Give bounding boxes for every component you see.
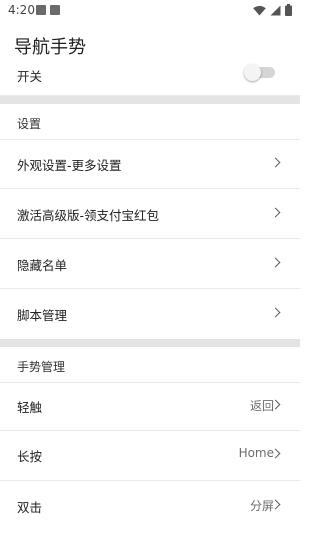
cellular-signal-icon xyxy=(270,5,281,15)
chevron-right-icon xyxy=(270,257,281,268)
enable-switch-row[interactable]: 开关 xyxy=(0,58,300,96)
gesture-item-label: 轻触 xyxy=(17,400,43,415)
chevron-right-icon xyxy=(270,307,281,318)
status-bar: 4:20 xyxy=(0,0,300,22)
section-divider xyxy=(0,339,300,347)
toggle-knob xyxy=(244,64,261,81)
status-time: 4:20 xyxy=(8,3,35,17)
settings-section-header: 设置 xyxy=(0,104,300,140)
settings-item-label: 外观设置-更多设置 xyxy=(17,158,122,173)
settings-item-label: 脚本管理 xyxy=(17,308,68,323)
gesture-item-value: Home xyxy=(238,446,274,460)
chevron-right-icon xyxy=(270,157,281,168)
text-notification-icon xyxy=(50,5,60,15)
gesture-item-tap[interactable]: 轻触 返回 xyxy=(0,383,300,431)
wifi-icon xyxy=(253,5,266,15)
settings-item-hidden-list[interactable]: 隐藏名单 xyxy=(0,239,300,289)
chevron-right-icon xyxy=(270,207,281,218)
gesture-item-value: 分屏 xyxy=(249,499,274,513)
enable-toggle[interactable] xyxy=(244,64,275,81)
battery-icon xyxy=(285,4,292,16)
settings-item-premium[interactable]: 激活高级版-领支付宝红包 xyxy=(0,189,300,239)
settings-item-scripts[interactable]: 脚本管理 xyxy=(0,289,300,339)
gallery-notification-icon xyxy=(36,5,46,15)
app-title: 导航手势 xyxy=(14,37,86,58)
gesture-item-label: 长按 xyxy=(17,449,43,464)
gesture-section-header: 手势管理 xyxy=(0,347,300,383)
section-title: 设置 xyxy=(17,117,42,131)
settings-item-appearance[interactable]: 外观设置-更多设置 xyxy=(0,140,300,189)
settings-item-label: 隐藏名单 xyxy=(17,258,68,273)
gesture-item-label: 双击 xyxy=(17,500,43,515)
gesture-item-value: 返回 xyxy=(249,399,274,413)
section-divider xyxy=(0,96,300,104)
section-title: 手势管理 xyxy=(17,360,66,374)
settings-item-label: 激活高级版-领支付宝红包 xyxy=(17,208,160,223)
switch-label: 开关 xyxy=(17,69,43,84)
gesture-item-long-press[interactable]: 长按 Home xyxy=(0,431,300,481)
gesture-item-double-tap[interactable]: 双击 分屏 xyxy=(0,481,300,533)
